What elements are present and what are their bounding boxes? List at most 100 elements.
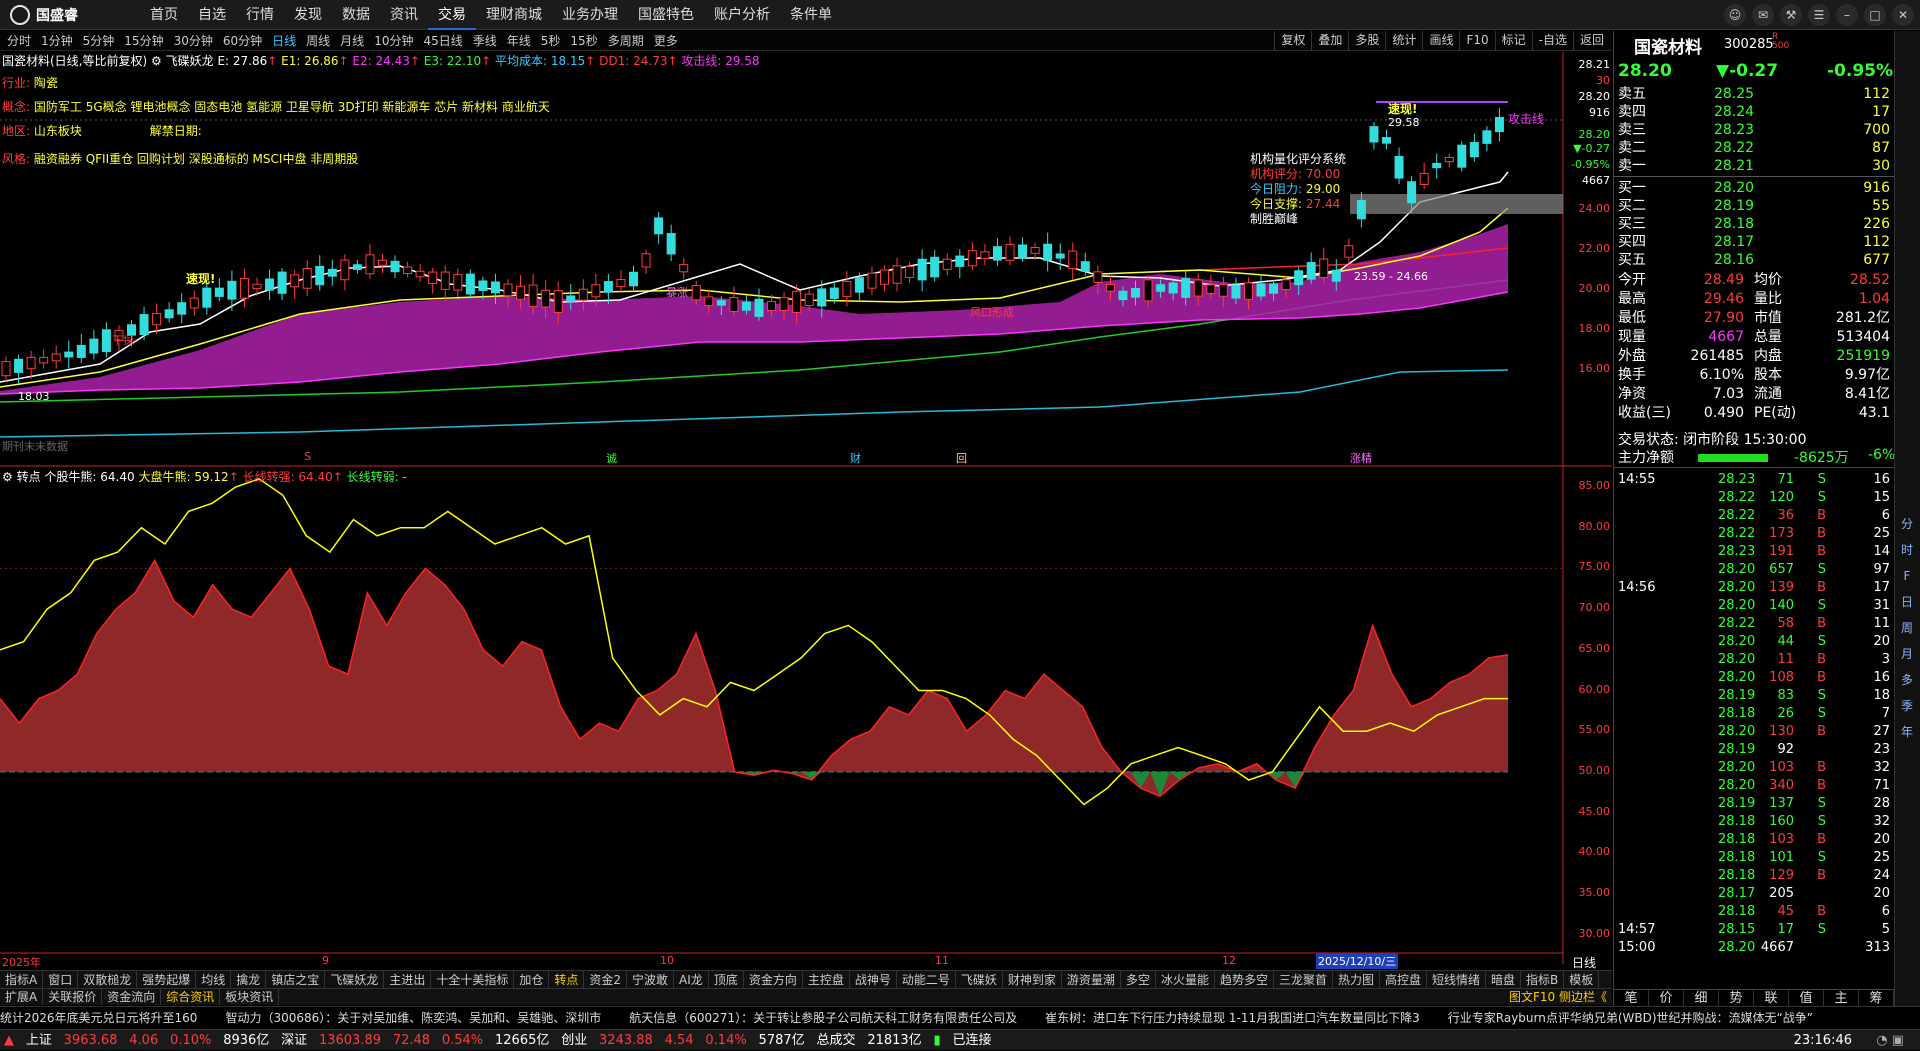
indicator-tab-3[interactable]: 强势起爆 <box>137 971 197 988</box>
chart-btn-4[interactable]: 画线 <box>1422 31 1459 51</box>
indicator-tab-31[interactable]: 指标B <box>1521 971 1565 988</box>
gear-icon-sub[interactable]: ⚙ <box>2 470 17 484</box>
chart-btn-8[interactable]: 返回 <box>1572 31 1610 51</box>
sidebar-item-1[interactable]: 时 <box>1895 537 1919 563</box>
indicator-tab-6[interactable]: 镇店之宝 <box>266 971 326 988</box>
period-3[interactable]: 15分钟 <box>119 31 168 51</box>
news-ticker[interactable]: 统计2026年底美元兑日元将升至160 智动力（300686）：关于对吴加维、陈奕… <box>0 1006 1920 1028</box>
menu-8[interactable]: 业务办理 <box>552 0 628 30</box>
ask-row[interactable]: 卖二 28.22 87 <box>1614 139 1894 157</box>
chart-btn-7[interactable]: -自选 <box>1531 31 1573 51</box>
indicator-tab-29[interactable]: 短线情绪 <box>1427 971 1487 988</box>
event-0[interactable]: S <box>304 450 311 463</box>
sidebar-item-5[interactable]: 月 <box>1895 641 1919 667</box>
period-10[interactable]: 45日线 <box>418 31 467 51</box>
info-tab-4[interactable]: 板块资讯 <box>220 989 280 1005</box>
indicator-tab-10[interactable]: 加仓 <box>514 971 550 988</box>
bid-row[interactable]: 买四 28.17 112 <box>1614 233 1894 251</box>
tool-icon[interactable]: ⚒ <box>1780 4 1802 26</box>
indicator-tab-26[interactable]: 三龙聚首 <box>1274 971 1333 988</box>
period-11[interactable]: 季线 <box>468 31 502 51</box>
ask-row[interactable]: 卖五 28.25 112 <box>1614 85 1894 103</box>
sidebar-item-6[interactable]: 多 <box>1895 667 1919 693</box>
chart-btn-6[interactable]: 标记 <box>1494 31 1532 51</box>
stock-name[interactable]: 国瓷材料 <box>1634 33 1702 58</box>
indicator-tab-25[interactable]: 趋势多空 <box>1215 971 1274 988</box>
indicator-tab-15[interactable]: 顶底 <box>709 971 744 988</box>
menu-1[interactable]: 自选 <box>188 0 236 30</box>
indicator-tab-20[interactable]: 飞碟妖 <box>956 971 1003 988</box>
sidebar-item-8[interactable]: 年 <box>1895 719 1919 745</box>
sub-name[interactable]: 转点 <box>17 470 41 484</box>
chart-btn-0[interactable]: 复权 <box>1274 31 1311 51</box>
menu-5[interactable]: 资讯 <box>380 0 428 30</box>
news-item[interactable]: 智动力（300686）：关于对吴加维、陈奕鸿、吴加和、吴雄驰、深圳市 <box>225 1007 601 1028</box>
bid-row[interactable]: 买三 28.18 226 <box>1614 215 1894 233</box>
indicator-tab-1[interactable]: 窗口 <box>43 971 79 988</box>
news-item[interactable]: 行业专家Rayburn点评华纳兄弟(WBD)世纪并购战：流媒体无“战争” <box>1448 1007 1813 1028</box>
indicator-tab-14[interactable]: AI龙 <box>674 971 709 988</box>
menu-11[interactable]: 条件单 <box>780 0 842 30</box>
event-3[interactable]: 回 <box>956 450 967 466</box>
event-1[interactable]: 诚 <box>606 450 617 466</box>
minimize-icon[interactable]: – <box>1836 4 1858 26</box>
maximize-icon[interactable]: □ <box>1864 4 1886 26</box>
menu-9[interactable]: 国盛特色 <box>628 0 704 30</box>
indicator-tab-0[interactable]: 指标A <box>0 971 44 988</box>
event-4[interactable]: 涨精 <box>1350 450 1372 466</box>
indicator-tab-21[interactable]: 财神到家 <box>1003 971 1062 988</box>
bid-row[interactable]: 买二 28.19 55 <box>1614 197 1894 215</box>
ask-row[interactable]: 卖三 28.23 700 <box>1614 121 1894 139</box>
period-9[interactable]: 10分钟 <box>369 31 418 51</box>
bid-row[interactable]: 买一 28.20 916 <box>1614 179 1894 197</box>
period-13[interactable]: 5秒 <box>536 31 566 51</box>
indicator-tab-13[interactable]: 宁波敢 <box>627 971 675 988</box>
indicator-tab-9[interactable]: 十全十美指标 <box>431 971 515 988</box>
news-item[interactable]: 航天信息（600271）：关于转让参股子公司航天科工财务有限责任公司及 <box>629 1007 1017 1028</box>
ask-row[interactable]: 卖四 28.24 17 <box>1614 103 1894 121</box>
chart-btn-3[interactable]: 统计 <box>1385 31 1422 51</box>
sidebar-item-3[interactable]: 日 <box>1895 589 1919 615</box>
indicator-tab-17[interactable]: 主控盘 <box>803 971 850 988</box>
menu-0[interactable]: 首页 <box>140 0 188 30</box>
chart-btn-2[interactable]: 多股 <box>1348 31 1385 51</box>
period-15[interactable]: 多周期 <box>603 31 649 51</box>
period-12[interactable]: 年线 <box>502 31 536 51</box>
app-logo[interactable]: 国盛睿 <box>10 5 78 25</box>
sidebar-item-7[interactable]: 季 <box>1895 693 1919 719</box>
indicator-tab-5[interactable]: 擒龙 <box>231 971 267 988</box>
menu-3[interactable]: 发现 <box>284 0 332 30</box>
info-tab-1[interactable]: 关联报价 <box>43 989 103 1005</box>
sidebar-item-0[interactable]: 分 <box>1895 511 1919 537</box>
date-axis-mode[interactable]: 日线 <box>1572 954 1596 971</box>
side-panel-toggle[interactable]: 图文F10 侧边栏《 <box>1504 989 1612 1005</box>
info-tab-2[interactable]: 资金流向 <box>102 989 162 1005</box>
info-tab-3[interactable]: 综合资讯 <box>161 989 221 1005</box>
period-0[interactable]: 分时 <box>2 31 36 51</box>
indicator-tab-11[interactable]: 转点 <box>549 971 585 988</box>
event-2[interactable]: 财 <box>850 450 861 466</box>
skin-icon[interactable]: ☰ <box>1808 4 1830 26</box>
period-8[interactable]: 月线 <box>335 31 369 51</box>
info-tab-0[interactable]: 扩展A <box>0 989 44 1005</box>
tick-list[interactable]: 14:55 28.23 71 S 16 28.22 120 S 15 28.22 36 B 6 28.22… <box>1614 471 1894 971</box>
indicator-tab-27[interactable]: 热力图 <box>1333 971 1380 988</box>
menu-7[interactable]: 理财商城 <box>476 0 552 30</box>
indicator-tab-30[interactable]: 暗盘 <box>1486 971 1522 988</box>
indicator-tab-28[interactable]: 高控盘 <box>1380 971 1428 988</box>
indicator-tab-4[interactable]: 均线 <box>196 971 232 988</box>
message-icon[interactable]: ✉ <box>1752 4 1774 26</box>
close-icon[interactable]: ✕ <box>1892 4 1914 26</box>
indicator-tab-23[interactable]: 多空 <box>1121 971 1156 988</box>
news-item[interactable]: 统计2026年底美元兑日元将升至160 <box>0 1007 197 1028</box>
menu-4[interactable]: 数据 <box>332 0 380 30</box>
sidebar-item-4[interactable]: 周 <box>1895 615 1919 641</box>
indicator-tab-18[interactable]: 战神号 <box>850 971 897 988</box>
indicator-tab-16[interactable]: 资金方向 <box>744 971 803 988</box>
indicator-tab-19[interactable]: 动能二号 <box>897 971 956 988</box>
service-icon[interactable]: ☺ <box>1724 4 1746 26</box>
indicator-tab-8[interactable]: 主进出 <box>384 971 432 988</box>
indicator-tab-24[interactable]: 冰火量能 <box>1156 971 1215 988</box>
indicator-tab-12[interactable]: 资金2 <box>584 971 628 988</box>
sidebar-item-2[interactable]: F <box>1895 563 1919 589</box>
